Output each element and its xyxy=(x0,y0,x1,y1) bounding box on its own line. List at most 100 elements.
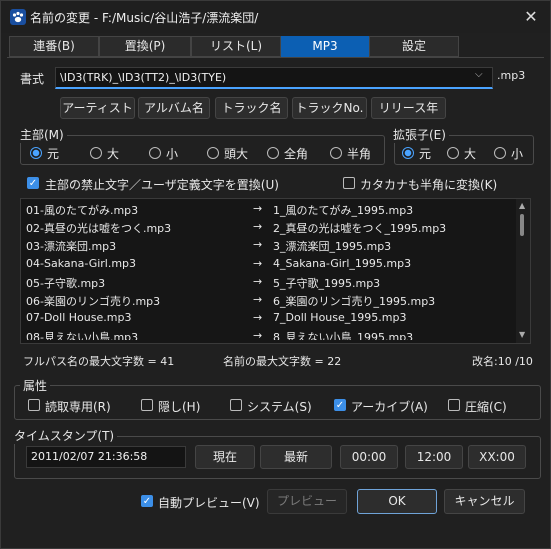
latest-button[interactable]: 最新 xyxy=(260,445,332,469)
list-item[interactable]: 01-風のたてがみ.mp3 → 1_風のたてがみ_1995.mp3 xyxy=(21,200,511,219)
timestamp-label: タイムスタンプ(T) xyxy=(14,427,118,444)
attribute-checkbox-3[interactable]: ✓ xyxy=(334,399,346,411)
fullpath-max: フルパス名の最大文字数 = 41 xyxy=(23,355,175,368)
scrollbar[interactable]: ▲ ▼ xyxy=(516,199,530,343)
list-item[interactable]: 02-真昼の光は嘘をつく.mp3 → 2_真昼の光は嘘をつく_1995.mp3 xyxy=(21,218,511,237)
arrow-icon: → xyxy=(253,329,263,340)
original-filename: 02-真昼の光は嘘をつく.mp3 xyxy=(26,222,172,236)
window-title: 名前の変更 - F:/Music/谷山浩子/漂流楽団/ xyxy=(30,11,259,25)
attribute-label: 圧縮(C) xyxy=(465,400,507,414)
new-filename: 3_漂流楽団_1995.mp3 xyxy=(273,240,392,254)
auto-preview-label: 自動プレビュー(V) xyxy=(158,496,260,510)
renamed-count: 改名:10 /10 xyxy=(472,355,533,368)
arrow-icon: → xyxy=(253,220,263,234)
scroll-thumb[interactable] xyxy=(520,214,524,236)
main-case-option-label: 大 xyxy=(107,147,120,161)
attribute-checkbox-4[interactable] xyxy=(448,399,460,411)
time-0000-button[interactable]: 00:00 xyxy=(340,445,398,469)
original-filename: 04-Sakana-Girl.mp3 xyxy=(26,256,137,270)
artist-button[interactable]: アーティスト xyxy=(60,97,135,119)
album-button[interactable]: アルバム名 xyxy=(138,97,210,119)
format-label: 書式 xyxy=(20,72,45,86)
paw-icon xyxy=(10,9,26,25)
release-year-button[interactable]: リリース年 xyxy=(371,97,446,119)
ext-case-label: 拡張子(E) xyxy=(393,126,449,143)
ext-case-radio-1[interactable] xyxy=(447,147,459,159)
main-case-option-label: 半角 xyxy=(347,147,372,161)
tab-mp3[interactable]: MP3 xyxy=(281,36,369,57)
arrow-icon: → xyxy=(253,293,263,306)
format-input[interactable]: \ID3(TRK)_\ID3(TT2)_\ID3(TYE) xyxy=(55,67,493,89)
arrow-icon: → xyxy=(253,256,263,270)
format-value: \ID3(TRK)_\ID3(TT2)_\ID3(TYE) xyxy=(60,71,227,84)
main-case-radio-2[interactable] xyxy=(149,147,161,159)
original-filename: 03-漂流楽団.mp3 xyxy=(26,240,117,254)
new-filename: 5_子守歌_1995.mp3 xyxy=(273,276,381,290)
scroll-up-icon[interactable]: ▲ xyxy=(519,201,525,210)
tab-sequence[interactable]: 連番(B) xyxy=(9,36,99,57)
tab-list[interactable]: リスト(L) xyxy=(191,36,281,57)
original-filename: 05-子守歌.mp3 xyxy=(26,276,106,290)
now-button[interactable]: 現在 xyxy=(195,445,255,469)
main-case-radio-4[interactable] xyxy=(267,147,279,159)
time-xx00-button[interactable]: XX:00 xyxy=(468,445,526,469)
main-case-radio-5[interactable] xyxy=(330,147,342,159)
attributes-label: 属性 xyxy=(20,377,51,394)
main-case-option-label: 頭大 xyxy=(224,147,249,161)
timestamp-value: 2011/02/07 21:36:58 xyxy=(31,450,148,463)
track-number-button[interactable]: トラックNo. xyxy=(292,97,367,119)
main-case-radio-3[interactable] xyxy=(207,147,219,159)
close-icon[interactable]: ✕ xyxy=(521,7,541,27)
katakana-checkbox[interactable] xyxy=(343,177,355,189)
scroll-down-icon[interactable]: ▼ xyxy=(519,330,525,339)
cancel-button[interactable]: キャンセル xyxy=(444,489,525,514)
attribute-label: アーカイブ(A) xyxy=(351,400,428,414)
list-item[interactable]: 05-子守歌.mp3 → 5_子守歌_1995.mp3 xyxy=(21,273,511,292)
list-item[interactable]: 06-楽園のリンゴ売り.mp3 → 6_楽園のリンゴ売り_1995.mp3 xyxy=(21,291,511,310)
ext-case-option-label: 小 xyxy=(511,147,524,161)
attribute-checkbox-0[interactable] xyxy=(28,399,40,411)
original-filename: 01-風のたてがみ.mp3 xyxy=(26,204,139,217)
attribute-checkbox-2[interactable] xyxy=(230,399,242,411)
ok-button[interactable]: OK xyxy=(357,489,437,514)
list-item[interactable]: 07-Doll House.mp3 → 7_Doll House_1995.mp3 xyxy=(21,309,511,328)
original-filename: 08-見えない小鳥.mp3 xyxy=(26,331,139,340)
attribute-label: 隠し(H) xyxy=(158,400,201,414)
extension-label: .mp3 xyxy=(497,69,526,82)
original-filename: 06-楽園のリンゴ売り.mp3 xyxy=(26,295,161,308)
ext-case-radio-2[interactable] xyxy=(494,147,506,159)
new-filename: 1_風のたてがみ_1995.mp3 xyxy=(273,204,414,217)
main-case-radio-0[interactable] xyxy=(30,147,42,159)
ext-case-option-label: 大 xyxy=(464,147,477,161)
main-case-label: 主部(M) xyxy=(20,126,67,143)
list-item[interactable]: 08-見えない小鳥.mp3 → 8_見えない小鳥_1995.mp3 xyxy=(21,327,511,340)
tab-replace[interactable]: 置換(P) xyxy=(99,36,191,57)
main-case-option-label: 全角 xyxy=(284,147,309,161)
arrow-icon: → xyxy=(253,311,263,325)
new-filename: 6_楽園のリンゴ売り_1995.mp3 xyxy=(273,295,436,308)
ext-case-radio-0[interactable] xyxy=(402,147,414,159)
new-filename: 2_真昼の光は嘘をつく_1995.mp3 xyxy=(273,222,447,236)
new-filename: 8_見えない小鳥_1995.mp3 xyxy=(273,331,414,340)
new-filename: 4_Sakana-Girl_1995.mp3 xyxy=(273,256,412,270)
chevron-down-icon[interactable]: ⌵ xyxy=(475,69,483,80)
time-1200-button[interactable]: 12:00 xyxy=(405,445,463,469)
auto-preview-checkbox[interactable]: ✓ xyxy=(141,495,153,507)
name-max: 名前の最大文字数 = 22 xyxy=(223,355,342,368)
tab-settings[interactable]: 設定 xyxy=(369,36,459,57)
track-name-button[interactable]: トラック名 xyxy=(215,97,288,119)
preview-button[interactable]: プレビュー xyxy=(267,489,347,514)
new-filename: 7_Doll House_1995.mp3 xyxy=(273,311,407,325)
replace-forbidden-checkbox[interactable]: ✓ xyxy=(27,177,39,189)
attribute-checkbox-1[interactable] xyxy=(141,399,153,411)
main-case-radio-1[interactable] xyxy=(90,147,102,159)
list-item[interactable]: 03-漂流楽団.mp3 → 3_漂流楽団_1995.mp3 xyxy=(21,236,511,255)
ext-case-option-label: 元 xyxy=(419,147,432,161)
file-preview-list[interactable]: 01-風のたてがみ.mp3 → 1_風のたてがみ_1995.mp3 02-真昼の光は嘘… xyxy=(20,198,531,344)
list-item[interactable]: 04-Sakana-Girl.mp3 → 4_Sakana-Girl_1995.mp… xyxy=(21,255,511,274)
replace-forbidden-label: 主部の禁止文字／ユーザ定義文字を置換(U) xyxy=(45,178,279,192)
arrow-icon: → xyxy=(253,274,263,288)
attribute-label: システム(S) xyxy=(247,400,312,414)
timestamp-input[interactable]: 2011/02/07 21:36:58 xyxy=(26,446,186,468)
arrow-icon: → xyxy=(253,238,263,252)
